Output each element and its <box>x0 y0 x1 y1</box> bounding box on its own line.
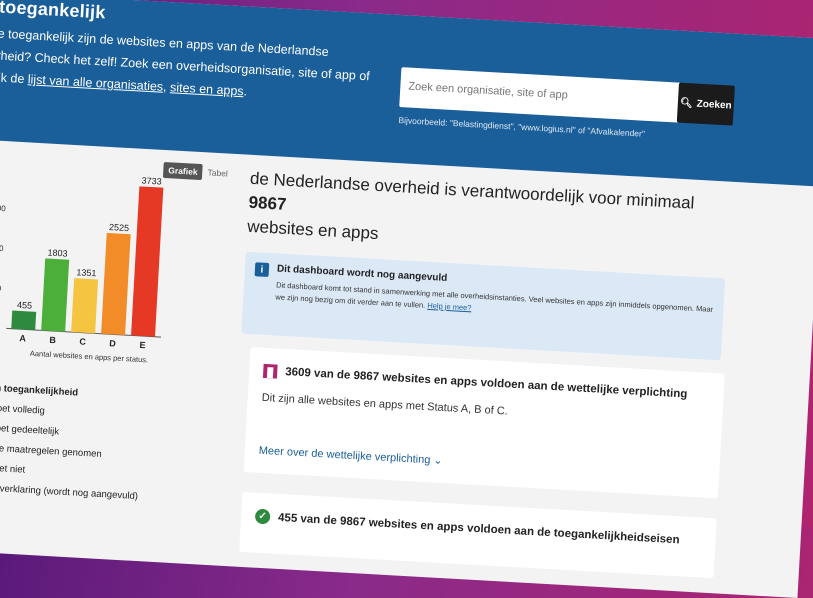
y-tick-label: 2000 <box>0 243 4 253</box>
card-description: Dit zijn alle websites en apps met Statu… <box>261 391 509 418</box>
heading-text: websites en apps <box>246 216 380 243</box>
y-tick-label: 1000 <box>0 283 2 293</box>
notice-text: Dit dashboard komt tot stand in samenwer… <box>275 280 714 314</box>
search-button[interactable]: 🔍︎ Zoeken <box>676 82 735 126</box>
bar-value-label: 455 <box>17 300 33 311</box>
legend-title: tus van toegankelijkheid <box>0 381 79 399</box>
building-icon <box>262 363 278 379</box>
page: toegankelijk e toegankelijk zijn de webs… <box>0 0 813 598</box>
bar-B <box>41 258 70 332</box>
bar-value-label: 1803 <box>47 248 68 259</box>
hero-text: ijk de <box>0 70 25 87</box>
notice-body: Dit dashboard komt tot stand in samenwer… <box>275 279 716 328</box>
bar-value-label: 3733 <box>141 175 162 186</box>
help-link[interactable]: Help je mee? <box>427 301 472 312</box>
chart-caption: Aantal websites en apps per status. <box>30 349 149 365</box>
bar-value-label: 2525 <box>109 222 130 233</box>
y-tick-label: 3000 <box>0 203 7 213</box>
check-circle-icon: ✓ <box>254 508 271 525</box>
bar-A <box>11 310 37 331</box>
category-label: E <box>139 340 146 350</box>
card-header: ✓ 455 van de 9867 websites en apps voldo… <box>254 508 680 548</box>
category-label: A <box>19 333 27 343</box>
search-icon: 🔍︎ <box>679 97 694 109</box>
legal-obligation-card: 3609 van de 9867 websites en apps voldoe… <box>243 347 725 499</box>
info-notice: i Dit dashboard wordt nog aangevuld Dit … <box>241 251 726 361</box>
search-box <box>399 67 688 123</box>
category-label: C <box>79 337 87 347</box>
sites-apps-link[interactable]: sites en apps <box>170 80 244 98</box>
hero-text: . <box>243 84 248 99</box>
legend-item: E: Geen verklaring (wordt nog aangevuld) <box>0 481 139 503</box>
hero-banner: toegankelijk e toegankelijk zijn de webs… <box>0 0 813 187</box>
legend-item: A: Voldoet volledig <box>0 401 46 417</box>
main-heading: de Nederlandse overheid is verantwoordel… <box>247 167 730 265</box>
category-label: B <box>49 335 57 345</box>
heading-total: 9867 <box>248 192 287 214</box>
legend-item: B: Voldoet gedeeltelijk <box>0 421 60 438</box>
legend-item: D: Voldoet niet <box>0 461 26 476</box>
bar-E <box>131 186 164 337</box>
card-title: 455 van de 9867 websites en apps voldoen… <box>277 511 680 546</box>
organisations-list-link[interactable]: lijst van alle organisaties <box>27 72 163 94</box>
bar-value-label: 1351 <box>76 267 97 278</box>
search-input[interactable] <box>399 67 688 121</box>
legend-item: C: Eerste maatregelen genomen <box>0 441 102 460</box>
status-bar-chart: 0100020003000455A1803B1351C2525D3733EAan… <box>0 175 164 365</box>
more-info-link[interactable]: Meer over de wettelijke verplichting ⌄ <box>258 444 443 467</box>
bar-C <box>71 278 99 334</box>
info-icon: i <box>254 262 270 277</box>
hero-text-line: ijk de lijst van alle organisaties, site… <box>0 70 248 98</box>
category-label: D <box>109 338 117 348</box>
page-title: toegankelijk <box>0 0 107 23</box>
search-button-label: Zoeken <box>696 98 732 112</box>
bar-D <box>101 232 131 336</box>
card-title: 3609 van de 9867 websites en apps voldoe… <box>284 366 688 401</box>
accessibility-card: ✓ 455 van de 9867 websites en apps voldo… <box>239 491 717 579</box>
